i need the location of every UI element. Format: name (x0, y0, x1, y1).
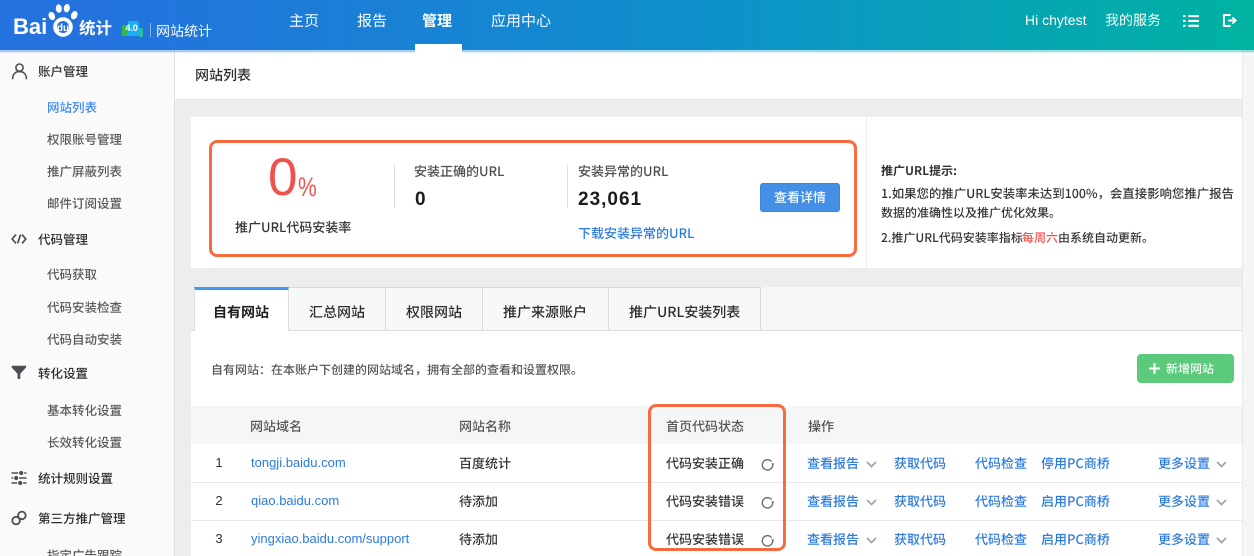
svg-text:du: du (56, 23, 68, 34)
